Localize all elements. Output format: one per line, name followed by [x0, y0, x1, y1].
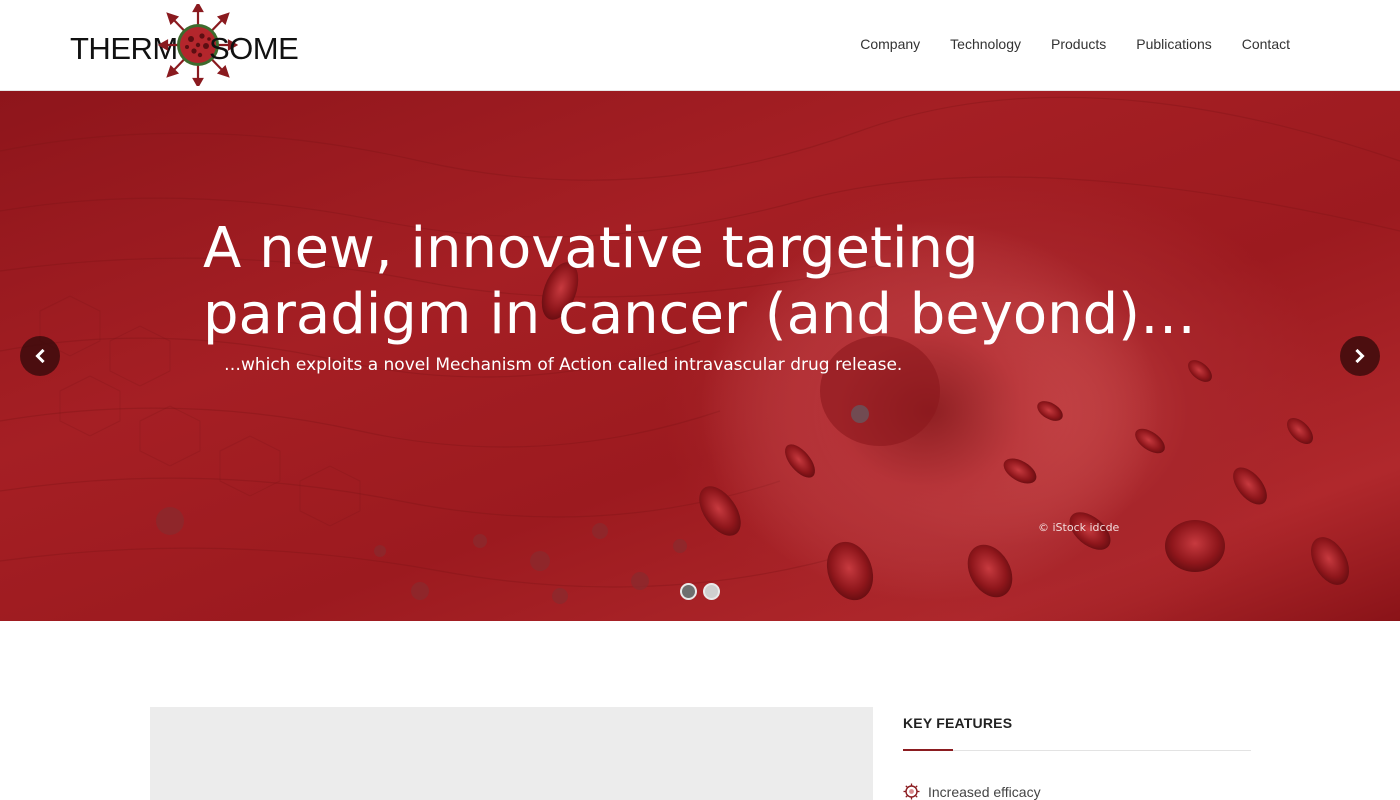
image-credit: © iStock idcde [1038, 521, 1120, 534]
nav-technology[interactable]: Technology [950, 36, 1021, 52]
key-features-title: KEY FEATURES [903, 715, 1013, 731]
chevron-left-icon [35, 349, 45, 363]
hero-slider: A new, innovative targeting paradigm in … [0, 91, 1400, 621]
virus-bullet-icon [903, 783, 920, 800]
nav-products[interactable]: Products [1051, 36, 1106, 52]
hero-title: A new, innovative targeting paradigm in … [203, 216, 1197, 347]
logo-text-right: SOME [209, 31, 299, 66]
feature-label: Increased efficacy [928, 783, 1041, 800]
feature-item: Increased efficacy [903, 783, 1251, 800]
slider-dot-1[interactable] [680, 583, 697, 600]
slider-prev-button[interactable] [20, 336, 60, 376]
chevron-right-icon [1355, 349, 1365, 363]
slider-next-button[interactable] [1340, 336, 1380, 376]
logo[interactable]: THERM SOME [70, 4, 310, 86]
hero-subtitle: …which exploits a novel Mechanism of Act… [224, 355, 903, 375]
slider-dot-2[interactable] [703, 583, 720, 600]
accent-underline [903, 749, 953, 751]
key-features-panel: KEY FEATURES Increased efficacy [903, 715, 1251, 800]
nav-contact[interactable]: Contact [1242, 36, 1290, 52]
nav-publications[interactable]: Publications [1136, 36, 1212, 52]
media-placeholder [150, 707, 873, 800]
nav-company[interactable]: Company [860, 36, 920, 52]
section-divider [903, 749, 1251, 751]
slider-pagination [680, 583, 720, 600]
site-header: THERM SOME Company Technology Products P… [0, 0, 1400, 91]
main-nav: Company Technology Products Publications… [860, 36, 1290, 52]
